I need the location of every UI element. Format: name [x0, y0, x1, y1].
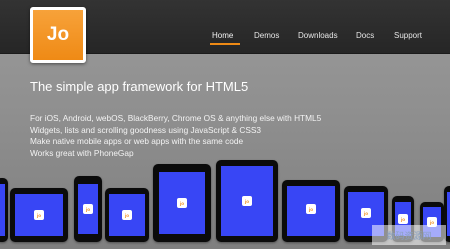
device-frame: jo: [105, 188, 149, 242]
page: Jo Home Demos Downloads Docs Support The…: [0, 0, 450, 249]
device-app-icon: jo: [398, 214, 408, 224]
device-app-icon: jo: [122, 210, 132, 220]
device-app-icon: jo: [177, 198, 187, 208]
device-frame: jo: [74, 176, 102, 242]
device-frame: jo: [216, 160, 278, 242]
site-watermark: 数码资源网: [372, 225, 446, 245]
device-frame: jo: [153, 164, 211, 242]
device-app-icon: jo: [83, 204, 93, 214]
device-frame: jo: [10, 188, 68, 242]
device-screen: [0, 184, 5, 236]
device-frame: [0, 178, 8, 242]
device-showcase: jo jo jo jo jo jo jo jo jo: [0, 0, 450, 249]
device-app-icon: jo: [306, 204, 316, 214]
device-frame: jo: [282, 180, 340, 242]
device-app-icon: jo: [361, 208, 371, 218]
device-app-icon: jo: [242, 196, 252, 206]
device-app-icon: jo: [34, 210, 44, 220]
